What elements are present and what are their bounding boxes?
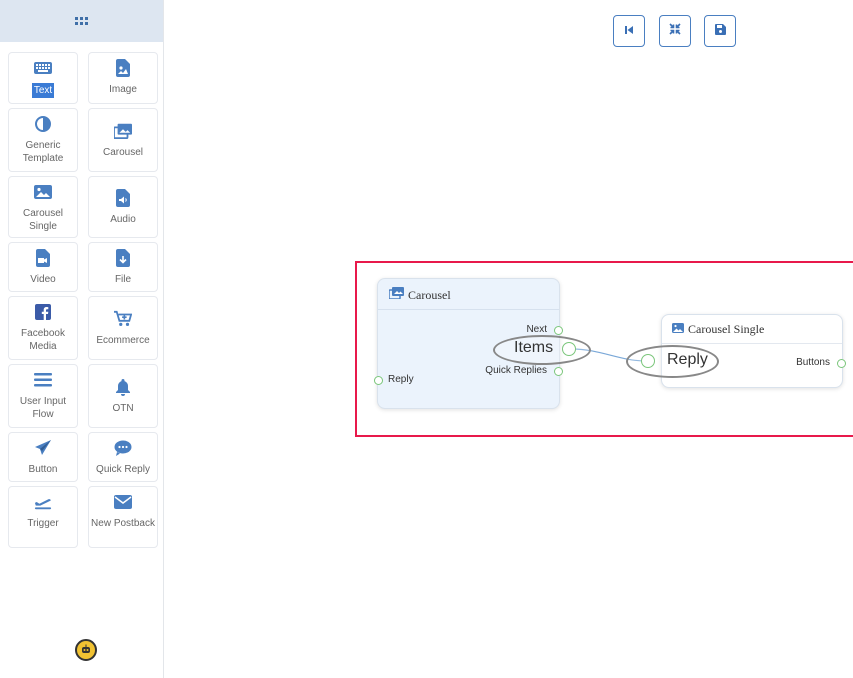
image-icon [672,322,684,337]
carousel-single-node-header: Carousel Single [672,322,764,337]
items-port-label: Items [514,339,554,356]
divider [662,343,842,344]
next-port-label: Next [526,324,547,335]
reply-port-label: Reply [388,374,414,385]
carousel-single-node-title: Carousel Single [688,322,765,336]
buttons-port[interactable] [837,359,846,368]
carousel-node-header: Carousel [388,287,451,303]
items-port[interactable] [562,342,576,356]
images-icon [388,287,404,303]
divider [378,309,559,310]
next-port[interactable] [554,326,563,335]
quick-replies-port-label: Quick Replies [485,365,547,376]
reply-port[interactable] [374,376,383,385]
buttons-port-label: Buttons [796,357,830,368]
quick-replies-port[interactable] [554,367,563,376]
reply-input-port[interactable] [641,354,655,368]
reply-input-label: Reply [667,351,708,368]
carousel-node-title: Carousel [408,287,451,302]
